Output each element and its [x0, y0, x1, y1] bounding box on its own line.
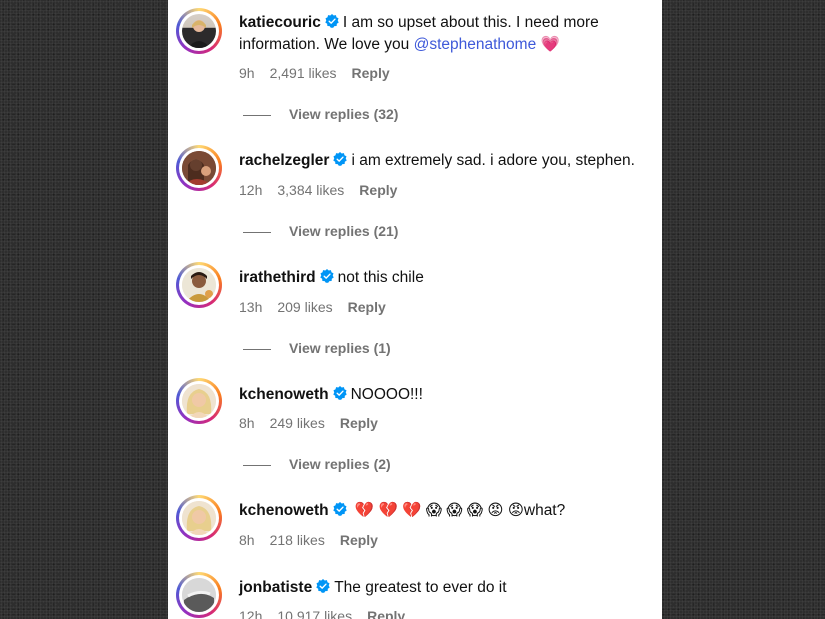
broken-heart-icon: 💔 — [402, 502, 422, 519]
comment-text: katiecouric I am so upset about this. I n… — [239, 12, 649, 56]
comment-meta: 9h 2,491 likes Reply — [239, 64, 405, 82]
avatar[interactable] — [176, 495, 222, 541]
likes-count[interactable]: 249 likes — [270, 415, 325, 431]
comment-meta: 13h 209 likes Reply — [239, 298, 401, 316]
broken-heart-icon: 💔 — [354, 502, 375, 519]
verified-badge-icon — [333, 386, 347, 400]
comments-panel: katiecouric I am so upset about this. I n… — [168, 0, 662, 619]
divider-line — [243, 114, 271, 116]
view-replies-button[interactable]: View replies (32) — [243, 105, 398, 123]
verified-badge-icon — [333, 502, 347, 516]
screaming-face-icon: 😱 — [466, 502, 483, 519]
verified-badge-icon — [325, 14, 339, 28]
mention-link[interactable]: @stephenathome — [414, 36, 537, 53]
pink-heart-icon: 💗 — [540, 36, 560, 53]
avatar[interactable] — [176, 262, 222, 308]
reply-button[interactable]: Reply — [340, 415, 378, 431]
broken-heart-icon: 💔 — [378, 502, 398, 519]
reply-button[interactable]: Reply — [359, 182, 397, 198]
verified-badge-icon — [316, 579, 330, 593]
username[interactable]: katiecouric — [239, 14, 321, 31]
avatar[interactable] — [176, 8, 222, 54]
view-replies-label: View replies (1) — [289, 340, 391, 356]
comment-body: what? — [523, 502, 566, 519]
comment-body: not this chile — [337, 269, 424, 286]
comment-body-cont: information. We love you — [239, 36, 414, 53]
reply-button[interactable]: Reply — [340, 532, 378, 548]
reply-button[interactable]: Reply — [352, 65, 390, 81]
angry-face-icon: 😡 — [487, 502, 504, 519]
avatar[interactable] — [176, 145, 222, 191]
username[interactable]: rachelzegler — [239, 152, 329, 169]
timestamp: 9h — [239, 65, 255, 81]
avatar[interactable] — [176, 378, 222, 424]
view-replies-label: View replies (32) — [289, 106, 399, 122]
divider-line — [243, 231, 271, 233]
username[interactable]: jonbatiste — [239, 579, 312, 596]
username[interactable]: kchenoweth — [239, 502, 329, 519]
comment-body: i am extremely sad. i adore you, stephen… — [351, 152, 635, 169]
likes-count[interactable]: 218 likes — [270, 532, 325, 548]
divider-line — [243, 464, 271, 466]
comment-text: irathethird not this chile — [239, 267, 649, 289]
comment-meta: 12h 10,917 likes Reply — [239, 607, 420, 619]
comment-meta: 12h 3,384 likes Reply — [239, 181, 412, 199]
screaming-face-icon: 😱 — [425, 502, 442, 519]
view-replies-button[interactable]: View replies (21) — [243, 222, 398, 240]
comment-body: I am so upset about this. I need more — [342, 14, 599, 31]
divider-line — [243, 348, 271, 350]
comment-body: The greatest to ever do it — [334, 579, 507, 596]
likes-count[interactable]: 3,384 likes — [277, 182, 344, 198]
timestamp: 8h — [239, 532, 255, 548]
view-replies-button[interactable]: View replies (1) — [243, 339, 391, 357]
username[interactable]: kchenoweth — [239, 386, 329, 403]
view-replies-label: View replies (2) — [289, 456, 391, 472]
view-replies-button[interactable]: View replies (2) — [243, 455, 391, 473]
comment-text: kchenoweth 💔 💔 💔 😱 😱 😱 😡 😡what? — [239, 500, 649, 522]
reply-button[interactable]: Reply — [348, 299, 386, 315]
username[interactable]: irathethird — [239, 269, 316, 286]
likes-count[interactable]: 2,491 likes — [270, 65, 337, 81]
comment-text: jonbatiste The greatest to ever do it — [239, 577, 649, 599]
avatar[interactable] — [176, 572, 222, 618]
timestamp: 13h — [239, 299, 263, 315]
verified-badge-icon — [333, 152, 347, 166]
timestamp: 12h — [239, 608, 263, 619]
comment-text: rachelzegler i am extremely sad. i adore … — [239, 150, 649, 172]
timestamp: 8h — [239, 415, 255, 431]
comment-meta: 8h 249 likes Reply — [239, 414, 393, 432]
comment-body: NOOOO!!! — [350, 386, 423, 403]
reply-button[interactable]: Reply — [367, 608, 405, 619]
likes-count[interactable]: 10,917 likes — [277, 608, 352, 619]
likes-count[interactable]: 209 likes — [277, 299, 332, 315]
comment-text: kchenoweth NOOOO!!! — [239, 384, 649, 406]
angry-face-icon: 😡 — [507, 502, 524, 519]
view-replies-label: View replies (21) — [289, 223, 399, 239]
verified-badge-icon — [320, 269, 334, 283]
comment-meta: 8h 218 likes Reply — [239, 531, 393, 549]
screaming-face-icon: 😱 — [446, 502, 463, 519]
timestamp: 12h — [239, 182, 263, 198]
